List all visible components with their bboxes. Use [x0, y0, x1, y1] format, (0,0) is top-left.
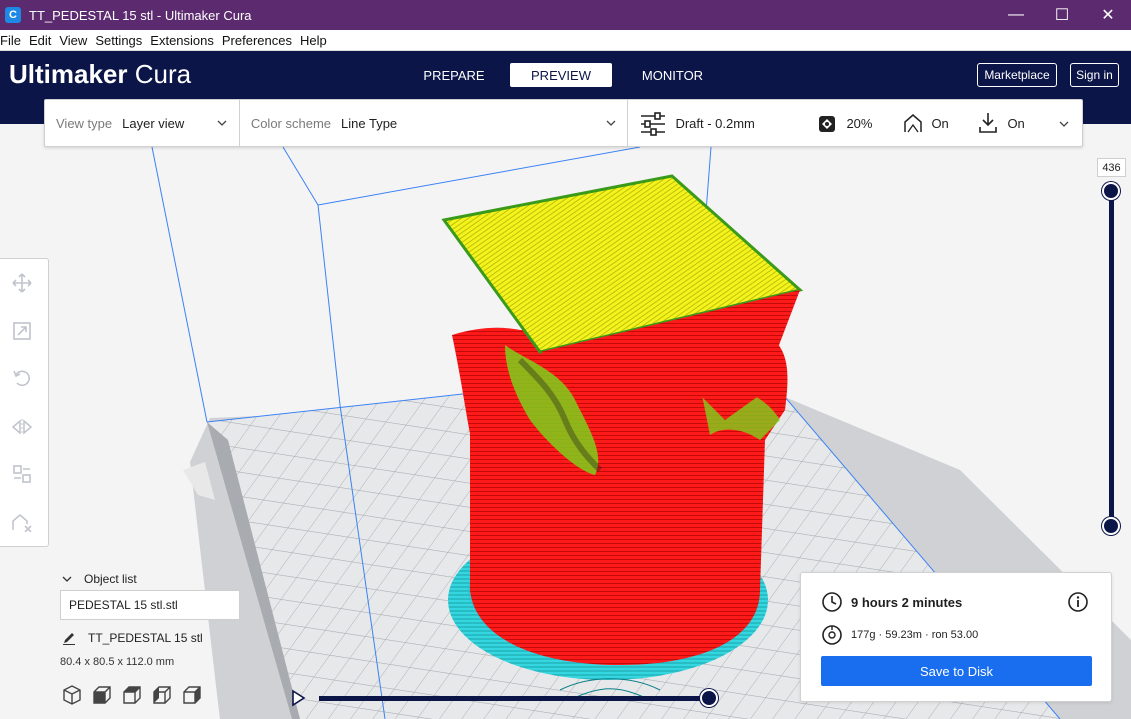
menu-settings[interactable]: Settings [95, 33, 146, 48]
material-usage: 177g · 59.23m · ron 53.00 [851, 629, 979, 641]
object-dimensions: 80.4 x 80.5 x 112.0 mm [60, 656, 175, 668]
chevron-down-icon [217, 120, 227, 126]
support-blocker-icon [12, 514, 32, 532]
object-list-toggle[interactable]: Object list [62, 572, 137, 586]
ultimaker-cura-logo: Ultimaker Cura [9, 59, 191, 90]
minimize-button[interactable]: — [993, 0, 1039, 30]
info-icon[interactable] [1067, 591, 1089, 613]
path-slider-track[interactable] [319, 696, 711, 701]
sign-in-button[interactable]: Sign in [1070, 63, 1119, 87]
title-bar: C TT_PEDESTAL 15 stl - Ultimaker Cura — … [0, 0, 1131, 30]
play-icon[interactable] [290, 689, 306, 707]
move-icon [12, 273, 32, 293]
spool-icon [822, 625, 842, 645]
infill-value: 20% [846, 115, 873, 131]
layer-slider-lower-handle[interactable] [1102, 517, 1120, 535]
view-type-value: Layer view [122, 115, 185, 131]
support-value: On [931, 115, 949, 131]
clock-icon [822, 592, 842, 612]
tab-preview[interactable]: PREVIEW [510, 63, 612, 87]
object-list-item-label: PEDESTAL 15 stl.stl [69, 598, 178, 612]
mirror-icon [11, 419, 33, 435]
view-front-button[interactable] [91, 684, 113, 706]
close-button[interactable]: ✕ [1085, 0, 1131, 30]
cura-app-icon: C [5, 7, 21, 23]
move-tool-button[interactable] [10, 271, 34, 295]
view-type-label: View type [56, 115, 113, 131]
menu-file[interactable]: File [0, 33, 25, 48]
color-scheme-label: Color scheme [250, 115, 332, 131]
adhesion-value: On [1007, 115, 1025, 131]
view-type-dropdown[interactable]: View type Layer view [45, 100, 239, 146]
material-row: 177g · 59.23m · ron 53.00 [821, 624, 978, 646]
print-time: 9 hours 2 minutes [851, 594, 963, 610]
tab-prepare[interactable]: PREPARE [406, 63, 502, 87]
object-list-label: Object list [84, 572, 137, 586]
right-view-icon [183, 686, 201, 704]
menu-edit[interactable]: Edit [29, 33, 55, 48]
object-name: TT_PEDESTAL 15 stl [88, 631, 203, 645]
tool-panel [0, 258, 49, 547]
rotate-tool-button[interactable] [10, 366, 34, 390]
print-settings-bar: View type Layer view Color scheme Line T… [44, 99, 1083, 147]
view-3d-button[interactable] [61, 684, 83, 706]
layer-slider-track[interactable] [1109, 191, 1114, 527]
menu-preferences[interactable]: Preferences [222, 33, 296, 48]
layer-number-field[interactable]: 436 [1097, 158, 1126, 177]
color-scheme-dropdown[interactable]: Color scheme Line Type [240, 100, 628, 146]
layer-slider-upper-handle[interactable] [1102, 182, 1120, 200]
left-view-icon [153, 686, 171, 704]
infill-icon [819, 116, 836, 132]
chevron-down-icon [606, 120, 616, 126]
support-icon [904, 114, 923, 133]
window-title: TT_PEDESTAL 15 stl - Ultimaker Cura [29, 7, 252, 23]
rotate-icon [13, 370, 30, 387]
profile-sliders-icon [641, 112, 666, 136]
brand-product: Cura [127, 59, 192, 89]
top-view-icon [123, 686, 141, 704]
view-top-button[interactable] [121, 684, 143, 706]
maximize-button[interactable]: ☐ [1039, 0, 1085, 30]
mirror-tool-button[interactable] [10, 415, 34, 439]
print-setup-selector[interactable]: Draft - 0.2mm 20% On On [628, 100, 1082, 146]
per-model-settings-button[interactable] [10, 462, 34, 486]
support-blocker-button[interactable] [10, 510, 34, 534]
brand-name: Ultimaker [9, 59, 128, 89]
object-name-row[interactable]: TT_PEDESTAL 15 stl [62, 631, 203, 645]
tab-monitor[interactable]: MONITOR [625, 63, 720, 87]
profile-name: Draft - 0.2mm [675, 115, 755, 131]
save-to-disk-button[interactable]: Save to Disk [821, 656, 1092, 686]
marketplace-button[interactable]: Marketplace [977, 63, 1057, 87]
3d-view-icon [63, 685, 81, 705]
color-scheme-value: Line Type [341, 115, 398, 131]
per-model-settings-icon [13, 465, 31, 483]
adhesion-icon [979, 113, 998, 133]
pencil-icon [63, 633, 75, 645]
front-view-icon [93, 686, 111, 704]
view-left-button[interactable] [151, 684, 173, 706]
print-info-panel: 9 hours 2 minutes 177g · 59.23m · ron 53… [800, 572, 1112, 702]
chevron-down-icon [62, 576, 72, 582]
print-time-row: 9 hours 2 minutes [821, 591, 962, 613]
chevron-down-icon [1059, 121, 1069, 127]
menu-bar: File Edit View Settings Extensions Prefe… [0, 30, 1131, 51]
menu-help[interactable]: Help [300, 33, 331, 48]
scale-icon [13, 322, 31, 340]
menu-extensions[interactable]: Extensions [150, 33, 218, 48]
view-right-button[interactable] [181, 684, 203, 706]
menu-view[interactable]: View [59, 33, 91, 48]
path-slider-handle[interactable] [700, 689, 718, 707]
layer-number: 436 [1102, 161, 1121, 174]
scale-tool-button[interactable] [10, 319, 34, 343]
object-list-item[interactable]: PEDESTAL 15 stl.stl [60, 590, 240, 620]
